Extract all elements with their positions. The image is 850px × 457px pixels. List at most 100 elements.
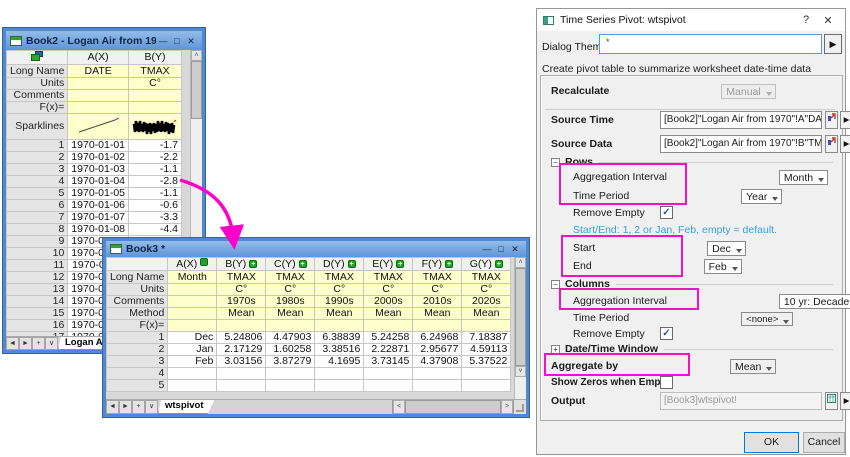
- row-number[interactable]: 7: [7, 212, 68, 224]
- cell[interactable]: 1.60258: [266, 344, 315, 356]
- expand-icon[interactable]: +: [551, 345, 560, 354]
- cell[interactable]: 4.47903: [266, 332, 315, 344]
- cell[interactable]: C°: [462, 284, 511, 296]
- row-label-units[interactable]: Units: [7, 78, 68, 90]
- cell[interactable]: [217, 380, 266, 392]
- cell[interactable]: 1970-01-07: [68, 212, 129, 224]
- cell[interactable]: -2.2: [129, 152, 182, 164]
- row-number[interactable]: 5: [107, 380, 168, 392]
- resize-grip[interactable]: [513, 400, 526, 414]
- cell[interactable]: [315, 368, 364, 380]
- cell[interactable]: [68, 90, 129, 102]
- cell[interactable]: Month: [168, 271, 217, 284]
- cell[interactable]: [266, 380, 315, 392]
- book2-col-header-b[interactable]: B(Y): [129, 51, 182, 65]
- rows-remove-empty-checkbox[interactable]: ✓: [660, 206, 673, 219]
- cell[interactable]: 2020s: [462, 296, 511, 308]
- output-input[interactable]: [Book3]wtspivot!: [660, 392, 822, 410]
- cell[interactable]: [364, 368, 413, 380]
- book3-horizontal-scrollbar[interactable]: ˂ ˃: [392, 400, 513, 414]
- source-data-input[interactable]: [Book2]"Logan Air from 1970"!B"TMAX": [660, 135, 822, 153]
- row-number[interactable]: 13: [7, 284, 68, 296]
- cell[interactable]: [217, 368, 266, 380]
- book3-col-header-f[interactable]: F(Y)+: [413, 258, 462, 271]
- scrollbar-thumb[interactable]: [405, 400, 501, 414]
- cell[interactable]: TMAX: [217, 271, 266, 284]
- start-dropdown[interactable]: Dec: [707, 241, 746, 256]
- cell[interactable]: 1970-01-03: [68, 164, 129, 176]
- cell[interactable]: [68, 78, 129, 90]
- cell[interactable]: C°: [217, 284, 266, 296]
- book3-col-header-e[interactable]: E(Y)+: [364, 258, 413, 271]
- cell[interactable]: 1970-01-05: [68, 188, 129, 200]
- cell[interactable]: Mean: [217, 308, 266, 320]
- cell[interactable]: DATE: [68, 65, 129, 78]
- tab-next-icon[interactable]: ►: [19, 337, 32, 350]
- cell[interactable]: -2.8: [129, 176, 182, 188]
- cell[interactable]: 5.24258: [364, 332, 413, 344]
- row-label-fx[interactable]: F(x)=: [107, 320, 168, 332]
- cell[interactable]: [168, 284, 217, 296]
- minimize-button[interactable]: —: [156, 34, 170, 48]
- cell[interactable]: 5.24806: [217, 332, 266, 344]
- cell[interactable]: -1.7: [129, 140, 182, 152]
- book3-col-header-g[interactable]: G(Y)+: [462, 258, 511, 271]
- maximize-button[interactable]: □: [170, 34, 184, 48]
- cell[interactable]: [168, 368, 217, 380]
- cell[interactable]: [68, 102, 129, 114]
- cell[interactable]: [168, 296, 217, 308]
- tab-next-icon[interactable]: ►: [119, 400, 132, 414]
- cell[interactable]: [315, 320, 364, 332]
- cell[interactable]: [266, 368, 315, 380]
- row-number[interactable]: 6: [7, 200, 68, 212]
- book3-sheet-tab[interactable]: wtspivot: [158, 400, 215, 414]
- cell[interactable]: TMAX: [266, 271, 315, 284]
- cell[interactable]: 3.38516: [315, 344, 364, 356]
- cell[interactable]: 6.24968: [413, 332, 462, 344]
- show-zeros-checkbox[interactable]: [660, 376, 673, 389]
- aggregate-by-dropdown[interactable]: Mean: [730, 359, 776, 374]
- row-number[interactable]: 2: [107, 344, 168, 356]
- cell[interactable]: 2000s: [364, 296, 413, 308]
- cell[interactable]: [364, 380, 413, 392]
- close-button[interactable]: ✕: [184, 34, 198, 48]
- source-time-menu-button[interactable]: ▶: [840, 111, 850, 129]
- scrollbar-thumb[interactable]: [191, 61, 202, 119]
- row-number[interactable]: 8: [7, 224, 68, 236]
- tab-list-icon[interactable]: ∨: [145, 400, 158, 414]
- source-time-input[interactable]: [Book2]"Logan Air from 1970"!A"DATE": [660, 111, 822, 129]
- end-dropdown[interactable]: Feb: [704, 259, 742, 274]
- cell[interactable]: Mean: [266, 308, 315, 320]
- cell[interactable]: Dec: [168, 332, 217, 344]
- cell[interactable]: 5.37522: [462, 356, 511, 368]
- scroll-right-icon[interactable]: ˃: [501, 400, 513, 414]
- book2-titlebar[interactable]: Book2 - Logan Air from 197... — □ ✕: [6, 31, 202, 50]
- row-number[interactable]: 16: [7, 320, 68, 332]
- recalculate-dropdown[interactable]: Manual: [721, 84, 775, 99]
- tab-list-icon[interactable]: ∨: [45, 337, 58, 350]
- cell[interactable]: TMAX: [129, 65, 182, 78]
- cell[interactable]: TMAX: [413, 271, 462, 284]
- row-number[interactable]: 12: [7, 272, 68, 284]
- dialog-titlebar[interactable]: Time Series Pivot: wtspivot ? ✕: [537, 9, 845, 31]
- tab-prev-icon[interactable]: ◄: [6, 337, 19, 350]
- row-number[interactable]: 1: [7, 140, 68, 152]
- cell[interactable]: 1970-01-02: [68, 152, 129, 164]
- cell[interactable]: 4.59113: [462, 344, 511, 356]
- row-number[interactable]: 3: [107, 356, 168, 368]
- cell[interactable]: 2.17129: [217, 344, 266, 356]
- cell[interactable]: [364, 320, 413, 332]
- cell[interactable]: TMAX: [364, 271, 413, 284]
- sparkline-tmax-cell[interactable]: [129, 114, 182, 140]
- book3-titlebar[interactable]: Book3 * — □ ✕: [106, 241, 526, 257]
- cell[interactable]: TMAX: [462, 271, 511, 284]
- cell[interactable]: 2.95677: [413, 344, 462, 356]
- book3-col-header-a[interactable]: A(X): [168, 258, 217, 271]
- cell[interactable]: [413, 380, 462, 392]
- row-label-long-name[interactable]: Long Name: [107, 271, 168, 284]
- cell[interactable]: TMAX: [315, 271, 364, 284]
- cell[interactable]: [168, 308, 217, 320]
- row-number[interactable]: 4: [107, 368, 168, 380]
- cell[interactable]: -3.3: [129, 212, 182, 224]
- close-icon[interactable]: ✕: [817, 14, 839, 27]
